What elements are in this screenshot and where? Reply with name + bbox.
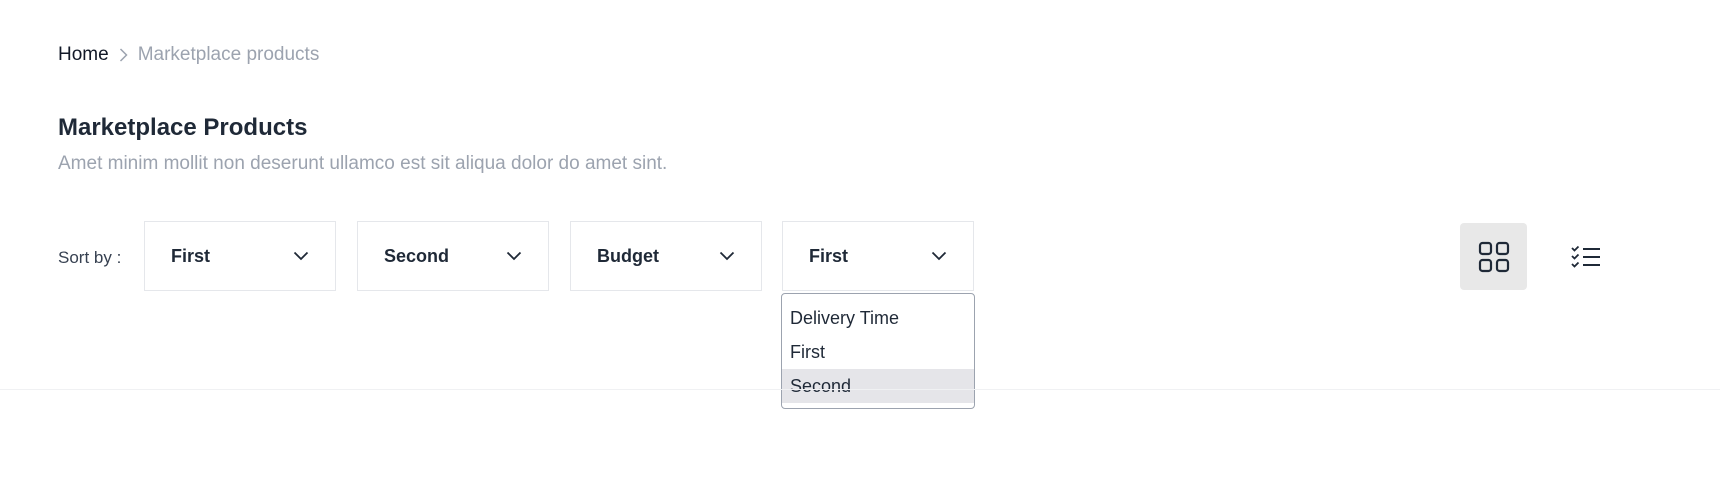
grid-view-button[interactable] — [1460, 223, 1527, 290]
dropdown-option-second[interactable]: Second — [782, 369, 974, 403]
grid-view-icon — [1478, 241, 1510, 273]
dropdown-option-delivery-time[interactable]: Delivery Time — [782, 301, 974, 335]
page-subtitle: Amet minim mollit non deserunt ullamco e… — [58, 153, 668, 174]
sort-select-4[interactable]: First — [782, 221, 974, 291]
sort-select-value: Second — [384, 245, 450, 266]
chevron-down-icon — [931, 251, 947, 261]
sort-select-budget[interactable]: Budget — [570, 221, 762, 291]
sort-select-value: First — [809, 245, 849, 266]
sort-select-value: First — [171, 245, 211, 266]
section-divider — [0, 389, 1720, 390]
list-view-icon — [1570, 245, 1601, 269]
chevron-down-icon — [293, 251, 309, 261]
breadcrumb-home[interactable]: Home — [58, 44, 109, 66]
sort-by-label: Sort by : — [58, 248, 122, 267]
breadcrumb: Home Marketplace products — [58, 44, 319, 66]
sort-select-1[interactable]: First — [144, 221, 336, 291]
sort-select-value: Budget — [597, 245, 659, 266]
breadcrumb-current: Marketplace products — [137, 44, 320, 65]
chevron-down-icon — [506, 251, 522, 261]
list-view-button[interactable] — [1552, 223, 1619, 290]
sort-select-2[interactable]: Second — [357, 221, 549, 291]
chevron-down-icon — [719, 251, 735, 261]
dropdown-option-first[interactable]: First — [782, 335, 974, 369]
chevron-right-icon — [119, 48, 128, 62]
page-title: Marketplace Products — [58, 114, 308, 141]
sort-dropdown-menu: Delivery Time First Second — [781, 293, 975, 409]
